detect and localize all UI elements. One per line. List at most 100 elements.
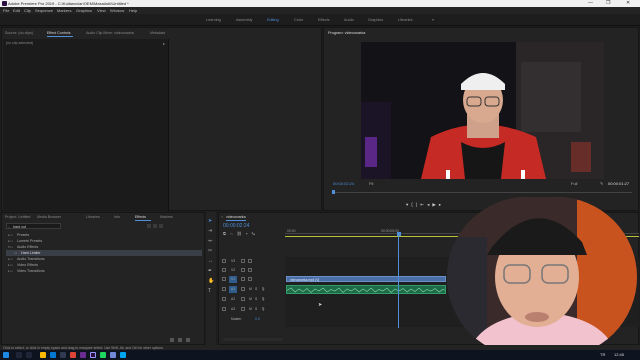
timeline-settings-icon[interactable]: ✎ [252, 231, 260, 236]
discord-icon[interactable] [110, 352, 116, 358]
sync-lock-icon[interactable] [241, 307, 245, 311]
video-clip[interactable]: videoonarka.mp4 [V] [286, 276, 446, 282]
language-indicator[interactable]: TR [600, 352, 605, 357]
menu-edit[interactable]: Edit [13, 8, 20, 13]
tree-item-video-transitions[interactable]: ▸▭ Video Transitions [6, 268, 202, 274]
audio-clip[interactable] [286, 285, 446, 294]
workspace-graphics[interactable]: Graphics [368, 18, 383, 22]
tab-info[interactable]: Info [114, 215, 120, 219]
mute-button[interactable]: M [249, 297, 252, 301]
task-view-icon[interactable] [26, 352, 32, 358]
menu-window[interactable]: Window [110, 8, 124, 13]
eye-icon[interactable] [248, 268, 252, 272]
solo-button[interactable]: S [255, 297, 257, 301]
tab-media-browser[interactable]: Media Browser [37, 215, 61, 219]
sync-lock-icon[interactable] [241, 268, 245, 272]
new-item-icon[interactable] [178, 338, 182, 342]
program-quality-select[interactable]: Full [571, 181, 577, 186]
razor-tool-icon[interactable]: ✂ [208, 248, 212, 254]
maximize-button[interactable]: ❐ [606, 0, 610, 6]
tab-audio-clip-mixer[interactable]: Audio Clip Mixer: videoonarka [86, 31, 134, 35]
program-scrub-bar[interactable] [332, 189, 632, 193]
premiere-taskbar-icon[interactable] [90, 352, 96, 358]
solo-button[interactable]: S [255, 287, 257, 291]
program-fit-select[interactable]: Fit [369, 181, 373, 186]
workspace-editing[interactable]: Editing [267, 18, 279, 22]
trash-icon[interactable] [186, 338, 190, 342]
mic-icon[interactable]: 🎙 [261, 307, 265, 311]
panel-expand-icon[interactable]: ▸ [163, 41, 165, 46]
menu-markers[interactable]: Markers [57, 8, 71, 13]
tab-sequence[interactable]: videoonarka [226, 215, 246, 219]
menu-clip[interactable]: Clip [24, 8, 31, 13]
program-monitor-title[interactable]: Program: videoonarka [328, 31, 365, 35]
mic-icon[interactable]: 🎙 [261, 287, 265, 291]
file-explorer-icon[interactable] [40, 352, 46, 358]
workspace-assembly[interactable]: Assembly [236, 18, 252, 22]
workspace-learning[interactable]: Learning [206, 18, 221, 22]
program-timecode[interactable]: 00:00:02:24 [333, 181, 354, 186]
snap-icon[interactable]: ∩ [230, 231, 237, 236]
menu-help[interactable]: Help [129, 8, 137, 13]
minimize-button[interactable]: — [588, 0, 593, 6]
linked-selection-icon[interactable]: ⛓ [237, 231, 246, 236]
lock-icon[interactable] [222, 259, 226, 263]
wrench-icon[interactable]: ✎ [600, 181, 603, 186]
workspace-effects[interactable]: Effects [318, 18, 330, 22]
sync-lock-icon[interactable] [241, 287, 245, 291]
lock-icon[interactable] [222, 297, 226, 301]
track-select-tool-icon[interactable]: ⇥ [208, 228, 212, 234]
lock-icon[interactable] [222, 307, 226, 311]
accelerated-effects-icon[interactable] [147, 224, 151, 228]
menu-file[interactable]: File [3, 8, 9, 13]
app-icon-2[interactable] [120, 352, 126, 358]
tab-metadata[interactable]: Metadata [150, 31, 165, 35]
menu-view[interactable]: View [97, 8, 106, 13]
pen-tool-icon[interactable]: ✒ [208, 268, 212, 274]
sync-lock-icon[interactable] [241, 297, 245, 301]
hand-tool-icon[interactable]: ✋ [208, 278, 214, 284]
effects-search-input[interactable]: ⌕ hard cut [6, 223, 61, 229]
lock-icon[interactable] [222, 268, 226, 272]
sync-lock-icon[interactable] [241, 259, 245, 263]
eye-icon[interactable] [248, 259, 252, 263]
workspace-color[interactable]: Color [294, 18, 303, 22]
lock-icon[interactable] [222, 287, 226, 291]
timeline-zoom-scrollbar[interactable] [223, 338, 283, 341]
workspace-audio[interactable]: Audio [344, 18, 354, 22]
selection-tool-icon[interactable]: ➤ [208, 218, 212, 224]
new-bin-icon[interactable] [170, 338, 174, 342]
playhead-handle[interactable] [396, 232, 401, 236]
menu-sequence[interactable]: Sequence [35, 8, 53, 13]
32bit-effects-icon[interactable] [153, 224, 157, 228]
tab-source[interactable]: Source: (no clips) [5, 31, 33, 35]
mute-button[interactable]: M [249, 307, 252, 311]
close-button[interactable]: ✕ [626, 0, 630, 6]
step-forward-icon[interactable]: ▸ [439, 202, 444, 207]
close-tab-icon[interactable]: × [221, 214, 223, 219]
solo-button[interactable]: S [255, 307, 257, 311]
program-playhead[interactable] [332, 190, 335, 194]
search-icon[interactable] [16, 352, 22, 358]
tab-effect-controls[interactable]: Effect Controls [47, 31, 71, 35]
spotify-icon[interactable] [100, 352, 106, 358]
type-tool-icon[interactable]: T [208, 288, 211, 294]
clock[interactable]: 12:45 [614, 352, 624, 357]
mute-button[interactable]: M [249, 287, 252, 291]
chrome-icon[interactable] [70, 352, 76, 358]
tab-libraries[interactable]: Libraries [86, 215, 100, 219]
slip-tool-icon[interactable]: ↔ [208, 258, 213, 264]
tab-effects[interactable]: Effects [135, 215, 146, 219]
eye-icon[interactable] [248, 277, 252, 281]
store-icon[interactable] [60, 352, 66, 358]
tab-markers[interactable]: Markers [160, 215, 173, 219]
sync-lock-icon[interactable] [241, 277, 245, 281]
master-volume[interactable]: 0.0 [255, 317, 260, 321]
app-icon[interactable] [80, 352, 86, 358]
edge-icon[interactable] [50, 352, 56, 358]
lock-icon[interactable] [222, 277, 226, 281]
mic-icon[interactable]: 🎙 [261, 297, 265, 301]
workspace-more-icon[interactable]: » [432, 18, 434, 22]
timeline-timecode[interactable]: 00:00:02:24 [223, 223, 249, 229]
timeline-playhead[interactable] [398, 236, 400, 328]
